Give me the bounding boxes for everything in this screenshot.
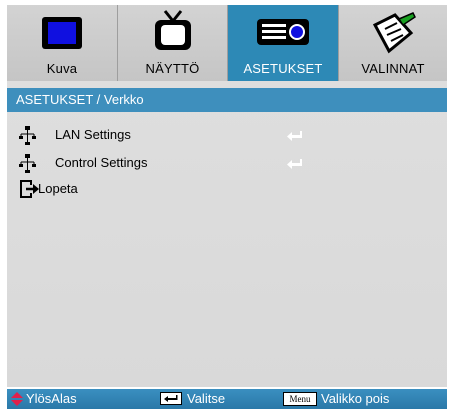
tab-kuva[interactable]: Kuva <box>7 5 118 81</box>
tab-valinnat[interactable]: VALINNAT <box>339 5 447 81</box>
exit-icon <box>19 179 39 204</box>
tab-asetukset[interactable]: ASETUKSET <box>228 5 339 81</box>
enter-icon <box>287 157 303 175</box>
menu-item-lopeta[interactable]: Lopeta <box>7 177 447 203</box>
enter-key-icon <box>160 392 182 405</box>
tab-label: Kuva <box>46 61 78 76</box>
enter-icon <box>287 129 303 147</box>
menu-key-icon: Menu <box>283 392 317 406</box>
projector-icon <box>255 15 311 54</box>
up-down-arrow-icon <box>11 392 23 406</box>
osd-screen: Kuva NÄYTTÖ ASETUKSET VALINNAT ASETUKSET… <box>0 0 455 409</box>
help-select-label: Valitse <box>187 391 226 406</box>
tab-bar: Kuva NÄYTTÖ ASETUKSET VALINNAT <box>7 5 447 81</box>
menu-item-label: LAN Settings <box>55 127 131 142</box>
monitor-icon <box>40 15 84 58</box>
network-icon <box>19 154 37 179</box>
menu-item-lan-settings[interactable]: LAN Settings <box>7 123 447 149</box>
tab-label: NÄYTTÖ <box>145 61 200 76</box>
help-navigate-label: YlösAlas <box>26 391 77 406</box>
tab-label: ASETUKSET <box>243 61 323 76</box>
tv-icon <box>151 9 195 58</box>
notepad-pen-icon <box>369 11 417 60</box>
network-icon <box>19 126 37 151</box>
tab-label: VALINNAT <box>361 61 425 76</box>
menu-panel: ASETUKSET / Verkko LAN Settings Control … <box>7 81 447 387</box>
menu-item-label: Lopeta <box>38 181 78 196</box>
help-exit-label: Valikko pois <box>321 391 390 406</box>
help-bar: YlösAlas Valitse Menu Valikko pois <box>7 389 447 409</box>
menu-item-control-settings[interactable]: Control Settings <box>7 151 447 177</box>
breadcrumb: ASETUKSET / Verkko <box>7 88 447 112</box>
tab-naytto[interactable]: NÄYTTÖ <box>118 5 228 81</box>
menu-item-label: Control Settings <box>55 155 148 170</box>
